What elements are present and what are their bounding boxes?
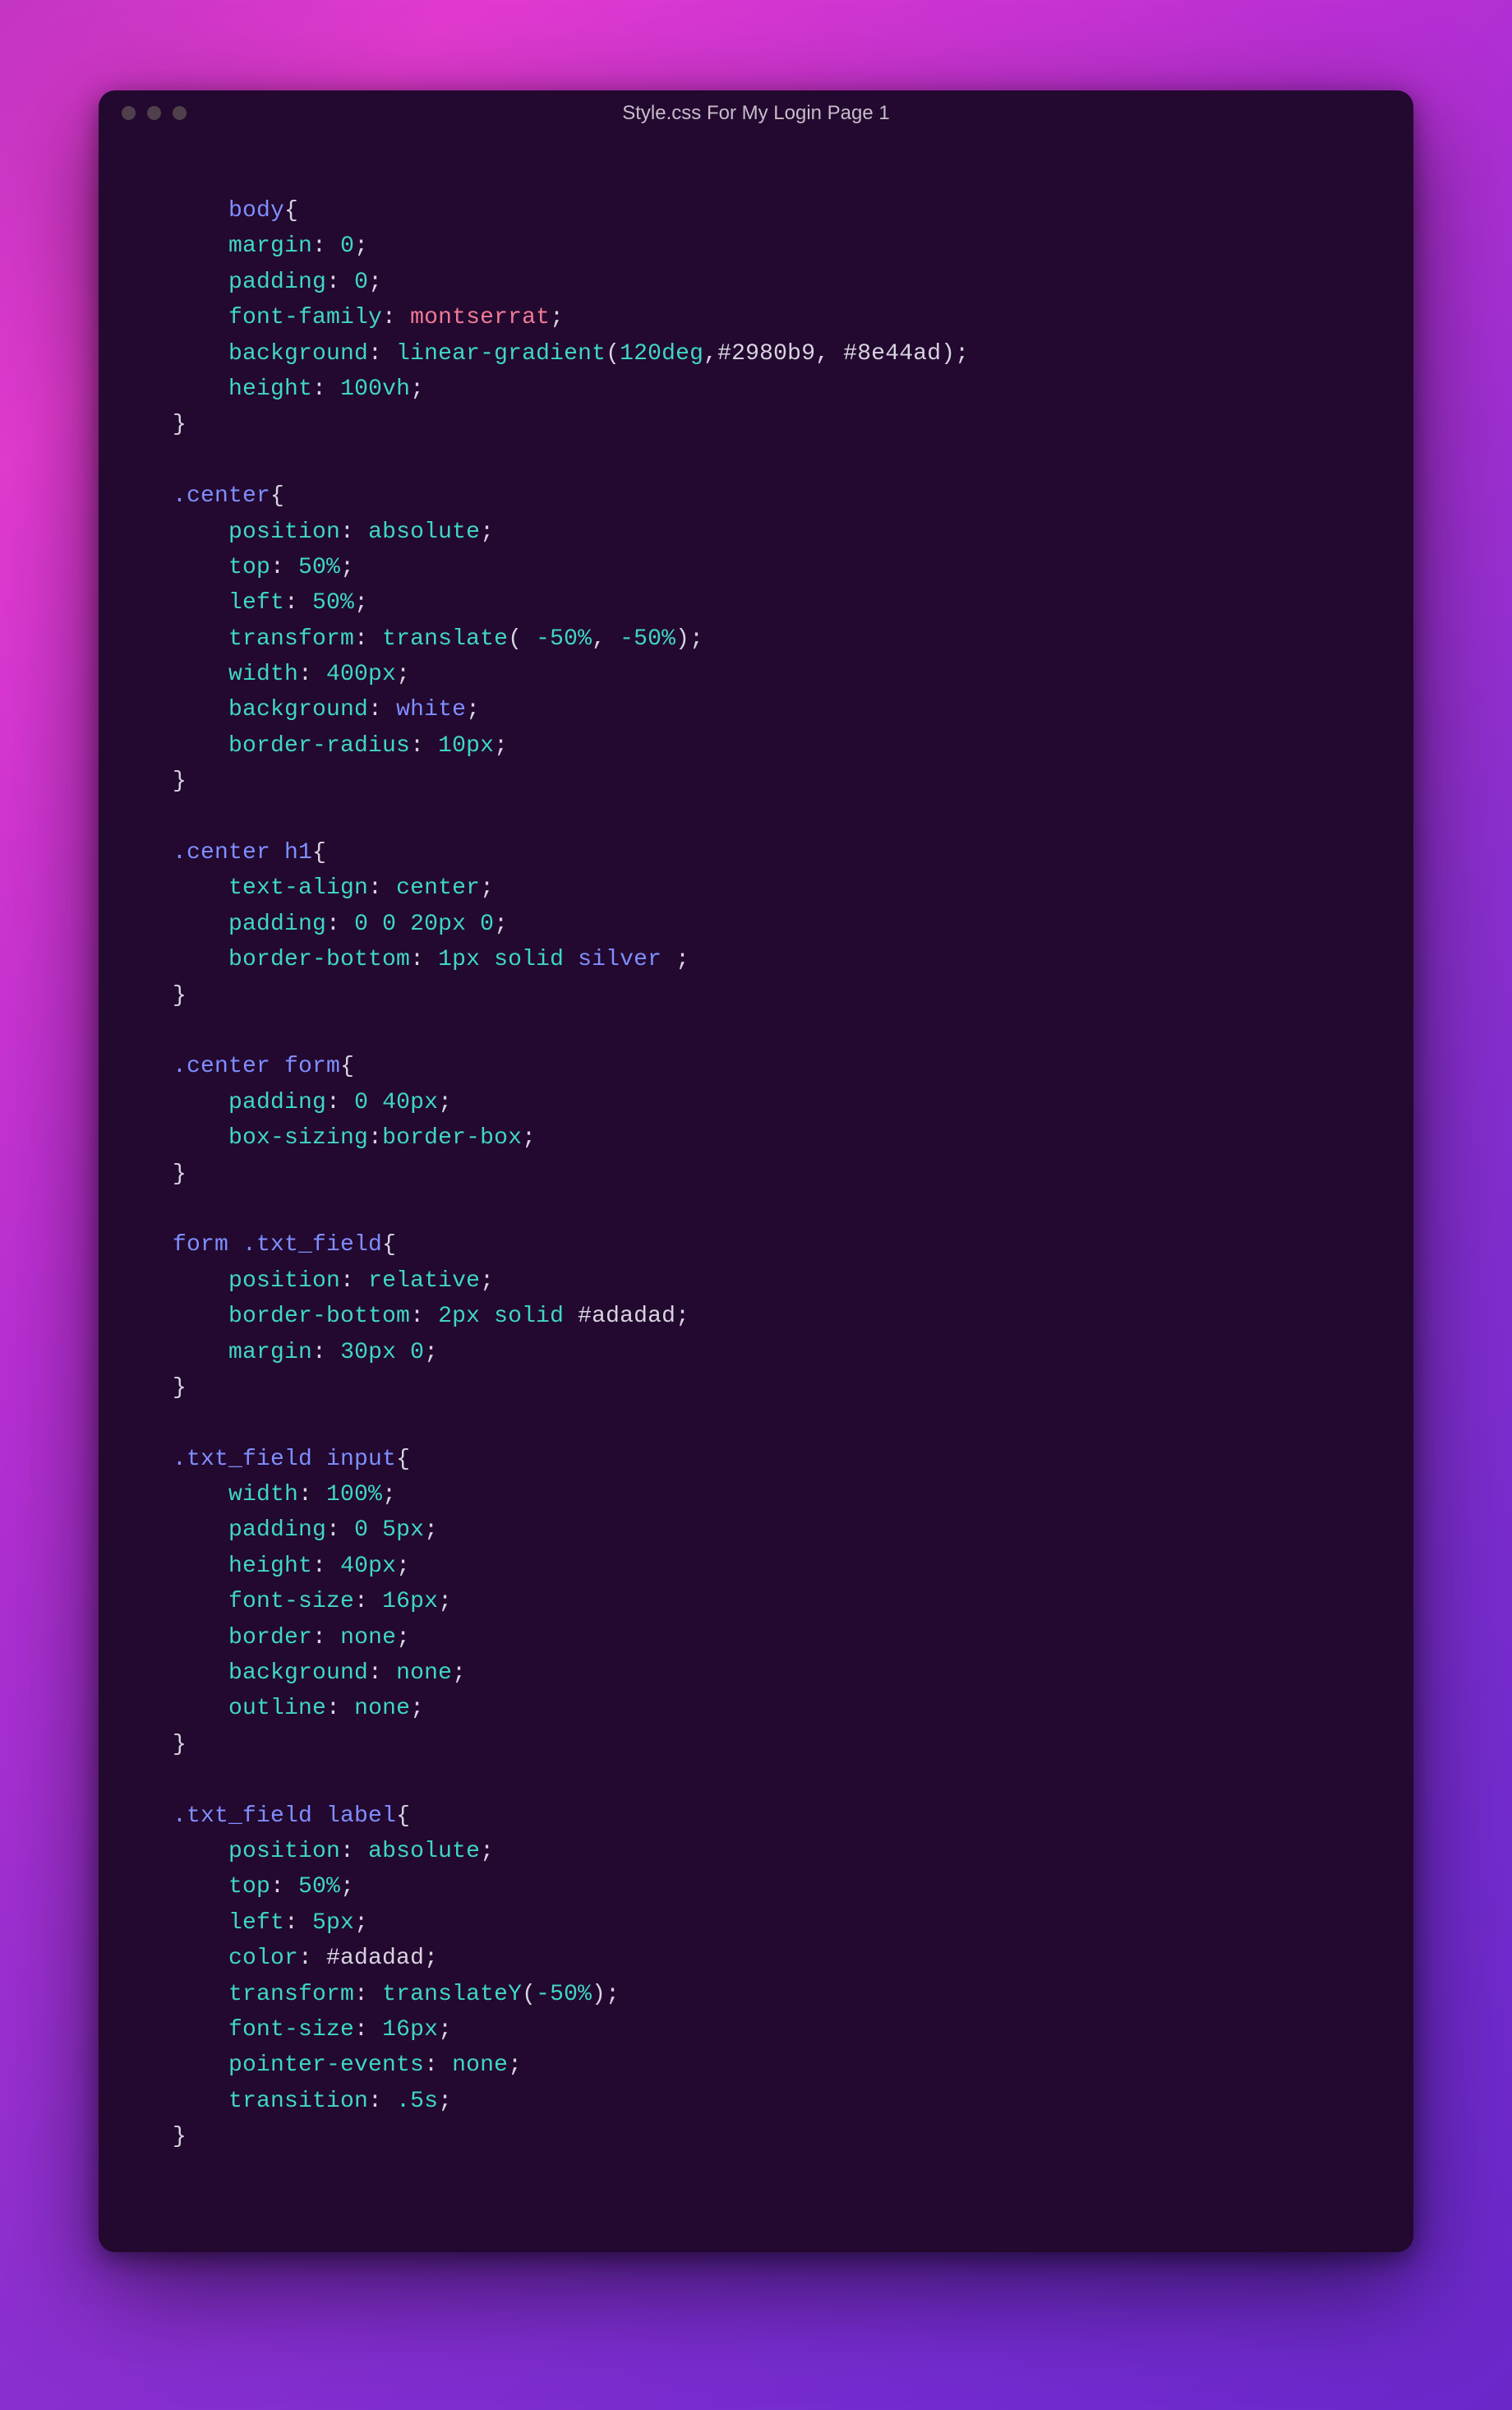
editor-window: Style.css For My Login Page 1 body{ marg… [99, 90, 1413, 2252]
window-title: Style.css For My Login Page 1 [99, 102, 1413, 125]
code-area: body{ margin: 0; padding: 0; font-family… [99, 136, 1413, 2187]
titlebar: Style.css For My Login Page 1 [99, 90, 1413, 136]
